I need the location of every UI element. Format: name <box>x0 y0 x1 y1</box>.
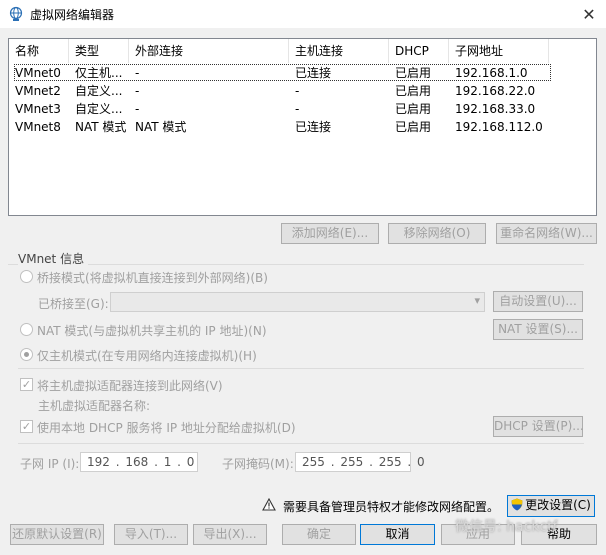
restore-defaults-button[interactable]: 还原默认设置(R) <box>10 524 104 545</box>
connect-adapter-label: 将主机虚拟适配器连接到此网络(V) <box>37 379 223 393</box>
subnet-mask-input[interactable]: 255 . 255 . 255 . 0 <box>295 452 425 472</box>
bridge-mode-radio[interactable] <box>20 270 33 283</box>
globe-network-icon <box>9 6 23 21</box>
host-only-label: 仅主机模式(在专用网络内连接虚拟机)(H) <box>37 349 257 363</box>
remove-network-button[interactable]: 移除网络(O) <box>388 223 486 244</box>
network-table[interactable]: 名称 类型 外部连接 主机连接 DHCP 子网地址 VMnet0 仅主机... … <box>8 38 597 216</box>
uac-shield-icon <box>511 498 523 511</box>
cell-type: 自定义... <box>75 102 123 116</box>
cell-subnet: 192.168.22.0 <box>455 84 536 98</box>
cell-host: 已连接 <box>295 120 332 134</box>
adapter-name-label: 主机虚拟适配器名称: <box>38 399 151 413</box>
divider <box>18 443 584 444</box>
cell-host: - <box>295 102 300 116</box>
dhcp-settings-button[interactable]: DHCP 设置(P)... <box>493 416 584 437</box>
cell-subnet: 192.168.112.0 <box>455 120 543 134</box>
change-settings-label: 更改设置(C) <box>525 498 591 512</box>
use-dhcp-label: 使用本地 DHCP 服务将 IP 地址分配给虚拟机(D) <box>37 421 296 435</box>
cell-name: VMnet2 <box>15 84 61 98</box>
chevron-down-icon: ▾ <box>474 294 480 307</box>
cancel-button[interactable]: 取消 <box>360 524 435 545</box>
cell-host: 已连接 <box>295 66 332 80</box>
bridged-to-select[interactable]: ▾ <box>110 292 485 312</box>
warning-icon <box>262 498 276 511</box>
add-network-button[interactable]: 添加网络(E)... <box>281 223 379 244</box>
table-row[interactable]: VMnet2 自定义... - - 已启用 192.168.22.0 <box>9 82 596 100</box>
cell-dhcp: 已启用 <box>395 84 432 98</box>
cell-name: VMnet8 <box>15 120 61 134</box>
column-header-external[interactable]: 外部连接 <box>129 39 289 63</box>
cell-host: - <box>295 84 300 98</box>
cell-dhcp: 已启用 <box>395 66 432 80</box>
divider <box>18 368 584 369</box>
auto-settings-button[interactable]: 自动设置(U)... <box>493 291 583 312</box>
cell-external: - <box>135 66 140 80</box>
cell-name: VMnet3 <box>15 102 61 116</box>
cell-dhcp: 已启用 <box>395 102 432 116</box>
vmnet-info-title: VMnet 信息 <box>18 250 89 267</box>
cell-name: VMnet0 <box>15 66 61 80</box>
cell-type: 自定义... <box>75 84 123 98</box>
column-header-subnet[interactable]: 子网地址 <box>449 39 549 63</box>
group-frame-top <box>8 264 584 265</box>
close-icon: ✕ <box>582 4 596 24</box>
nat-mode-label: NAT 模式(与虚拟机共享主机的 IP 地址)(N) <box>37 324 267 338</box>
subnet-ip-label: 子网 IP (I): <box>20 457 80 471</box>
change-settings-button[interactable]: 更改设置(C) <box>507 495 595 517</box>
cell-external: NAT 模式 <box>135 120 187 134</box>
cell-type: NAT 模式 <box>75 120 127 134</box>
cell-subnet: 192.168.33.0 <box>455 102 536 116</box>
bridged-to-label: 已桥接至(G): <box>38 297 109 311</box>
cell-subnet: 192.168.1.0 <box>455 66 528 80</box>
nat-mode-radio[interactable] <box>20 323 33 336</box>
column-header-name[interactable]: 名称 <box>9 39 69 63</box>
admin-notice: 需要具备管理员特权才能修改网络配置。 <box>283 500 500 514</box>
column-header-type[interactable]: 类型 <box>69 39 129 63</box>
window-title: 虚拟网络编辑器 <box>30 8 115 22</box>
cell-external: - <box>135 84 140 98</box>
host-only-radio[interactable] <box>20 348 33 361</box>
table-row[interactable]: VMnet0 仅主机... - 已连接 已启用 192.168.1.0 <box>9 64 596 82</box>
subnet-ip-input[interactable]: 192 . 168 . 1 . 0 <box>80 452 198 472</box>
export-button[interactable]: 导出(X)... <box>193 524 267 545</box>
table-row[interactable]: VMnet8 NAT 模式 NAT 模式 已连接 已启用 192.168.112… <box>9 118 596 136</box>
column-header-host[interactable]: 主机连接 <box>289 39 389 63</box>
cell-dhcp: 已启用 <box>395 120 432 134</box>
table-row[interactable]: VMnet3 自定义... - - 已启用 192.168.33.0 <box>9 100 596 118</box>
close-button[interactable]: ✕ <box>572 0 606 28</box>
rename-network-button[interactable]: 重命名网络(W)... <box>496 223 597 244</box>
column-header-dhcp[interactable]: DHCP <box>389 39 449 63</box>
cell-type: 仅主机... <box>75 66 123 80</box>
nat-settings-button[interactable]: NAT 设置(S)... <box>493 319 583 340</box>
subnet-mask-label: 子网掩码(M): <box>222 457 294 471</box>
connect-adapter-checkbox[interactable]: ✓ <box>20 378 33 391</box>
watermark: 微信号: hackctf <box>455 519 558 535</box>
cell-external: - <box>135 102 140 116</box>
ok-button[interactable]: 确定 <box>282 524 356 545</box>
bridge-mode-label: 桥接模式(将虚拟机直接连接到外部网络)(B) <box>37 271 268 285</box>
import-button[interactable]: 导入(T)... <box>114 524 188 545</box>
use-dhcp-checkbox[interactable]: ✓ <box>20 420 33 433</box>
